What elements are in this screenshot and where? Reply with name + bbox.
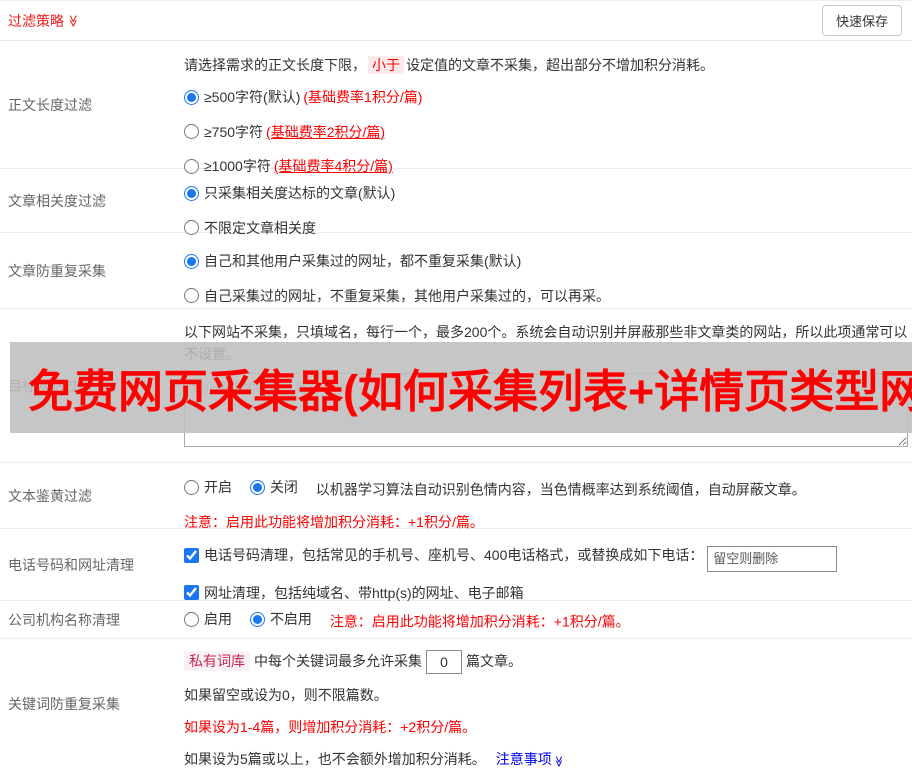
row-company-clean: 公司机构名称清理 启用 不启用 注意：启用此功能将增加积分消耗：+1积分/篇。 <box>0 601 912 639</box>
keyword-dedup-line3: 如果设为1-4篇，则增加积分消耗：+2积分/篇。 <box>184 719 477 736</box>
row-target-site-filter: 目标网站过滤 以下网站不采集，只填域名，每行一个，最多200个。系统会自动识别并… <box>0 309 912 463</box>
dedup-option-all-users[interactable]: 自己和其他用户采集过的网址，都不重复采集(默认) <box>184 250 521 272</box>
length-option-750[interactable]: ≥750字符 (基础费率2积分/篇) <box>184 121 385 143</box>
porn-filter-on-option[interactable]: 开启 <box>184 476 232 498</box>
company-clean-label: 公司机构名称清理 <box>8 611 120 628</box>
dedup-option-all-users-radio[interactable] <box>184 253 199 269</box>
max-articles-input[interactable] <box>426 650 462 675</box>
length-option-750-note: (基础费率2积分/篇) <box>266 123 386 140</box>
blocked-domains-textarea[interactable] <box>184 373 908 447</box>
dedup-option-self-only-radio[interactable] <box>184 288 199 303</box>
length-option-500[interactable]: ≥500字符(默认) (基础费率1积分/篇) <box>184 86 422 108</box>
relevance-option-strict-radio[interactable] <box>184 185 199 201</box>
quick-save-button[interactable]: 快速保存 <box>821 5 902 36</box>
url-clean-checkbox[interactable] <box>184 585 199 601</box>
less-than-highlight: 小于 <box>368 56 404 74</box>
dedup-option-self-only[interactable]: 自己采集过的网址，不重复采集，其他用户采集过的，可以再采。 <box>184 285 610 307</box>
company-clean-off-radio[interactable] <box>249 611 265 627</box>
relevance-option-strict[interactable]: 只采集相关度达标的文章(默认) <box>184 182 395 204</box>
length-filter-content: 请选择需求的正文长度下限， 小于 设定值的文章不采集，超出部分不增加积分消耗。 ≥5… <box>180 41 912 174</box>
company-clean-note: 注意：启用此功能将增加积分消耗：+1积分/篇。 <box>329 613 630 630</box>
company-clean-on-radio[interactable] <box>184 611 199 627</box>
phone-clean-checkbox[interactable] <box>184 547 199 563</box>
phone-clean-option[interactable]: 电话号码清理，包括常见的手机号、座机号、400电话格式，或替换成如下电话： <box>184 544 703 566</box>
length-filter-intro: 请选择需求的正文长度下限， 小于 设定值的文章不采集，超出部分不增加积分消耗。 <box>184 56 714 74</box>
porn-filter-label: 文本鉴黄过滤 <box>8 487 92 504</box>
length-option-750-radio[interactable] <box>184 124 199 139</box>
row-dedup-filter: 文章防重复采集 自己和其他用户采集过的网址，都不重复采集(默认) 自己采集过的网… <box>0 233 912 309</box>
replacement-phone-input[interactable] <box>707 545 838 572</box>
row-porn-filter: 文本鉴黄过滤 开启 关闭 以机器学习算法自动识别色情内容，当色情概率达到系统阈值… <box>0 463 912 530</box>
page-title-text: 过滤策略 <box>8 12 64 29</box>
company-clean-on-option[interactable]: 启用 <box>184 608 232 630</box>
filter-strategy-page: 过滤策略 ≫ 快速保存 正文长度过滤 请选择需求的正文长度下限， 小于 设定值的文章… <box>0 0 912 768</box>
private-lexicon-badge: 私有词库 <box>184 651 250 671</box>
keyword-dedup-line2: 如果留空或设为0，则不限篇数。 <box>184 687 388 704</box>
phone-url-clean-label: 电话号码和网址清理 <box>8 556 134 573</box>
porn-filter-off-radio[interactable] <box>249 479 265 495</box>
porn-filter-on-radio[interactable] <box>184 479 199 495</box>
notes-link[interactable]: 注意事项≫ <box>496 751 564 767</box>
relevance-filter-label: 文章相关度过滤 <box>8 192 106 209</box>
porn-filter-desc: 以机器学习算法自动识别色情内容，当色情概率达到系统阈值，自动屏蔽文章。 <box>315 481 806 498</box>
length-filter-label: 正文长度过滤 <box>8 96 92 113</box>
notes-double-chevron-down-icon: ≫ <box>552 756 565 768</box>
dedup-filter-label: 文章防重复采集 <box>8 262 106 279</box>
porn-filter-off-option[interactable]: 关闭 <box>249 476 298 498</box>
row-phone-url-clean: 电话号码和网址清理 电话号码清理，包括常见的手机号、座机号、400电话格式，或替… <box>0 529 912 601</box>
length-option-500-radio[interactable] <box>184 89 199 105</box>
target-site-filter-desc: 以下网站不采集，只填域名，每行一个，最多200个。系统会自动识别并屏蔽那些非文章… <box>184 324 908 362</box>
length-option-500-note: (基础费率1积分/篇) <box>303 89 423 105</box>
page-title: 过滤策略 ≫ <box>8 11 80 31</box>
double-chevron-down-icon[interactable]: ≫ <box>66 14 80 27</box>
keyword-dedup-label: 关键词防重复采集 <box>8 696 120 712</box>
keyword-dedup-line4: 如果设为5篇或以上，也不会额外增加积分消耗。 <box>184 751 486 768</box>
target-site-filter-label: 目标网站过滤 <box>8 377 92 394</box>
company-clean-off-option[interactable]: 不启用 <box>249 608 312 630</box>
header: 过滤策略 ≫ 快速保存 <box>0 1 912 41</box>
row-length-filter: 正文长度过滤 请选择需求的正文长度下限， 小于 设定值的文章不采集，超出部分不增加积… <box>0 41 912 174</box>
row-relevance-filter: 文章相关度过滤 只采集相关度达标的文章(默认) 不限定文章相关度 <box>0 169 912 236</box>
row-keyword-dedup: 关键词防重复采集 私有词库中每个关键词最多允许采集篇文章。 如果留空或设为0，则… <box>0 639 912 769</box>
